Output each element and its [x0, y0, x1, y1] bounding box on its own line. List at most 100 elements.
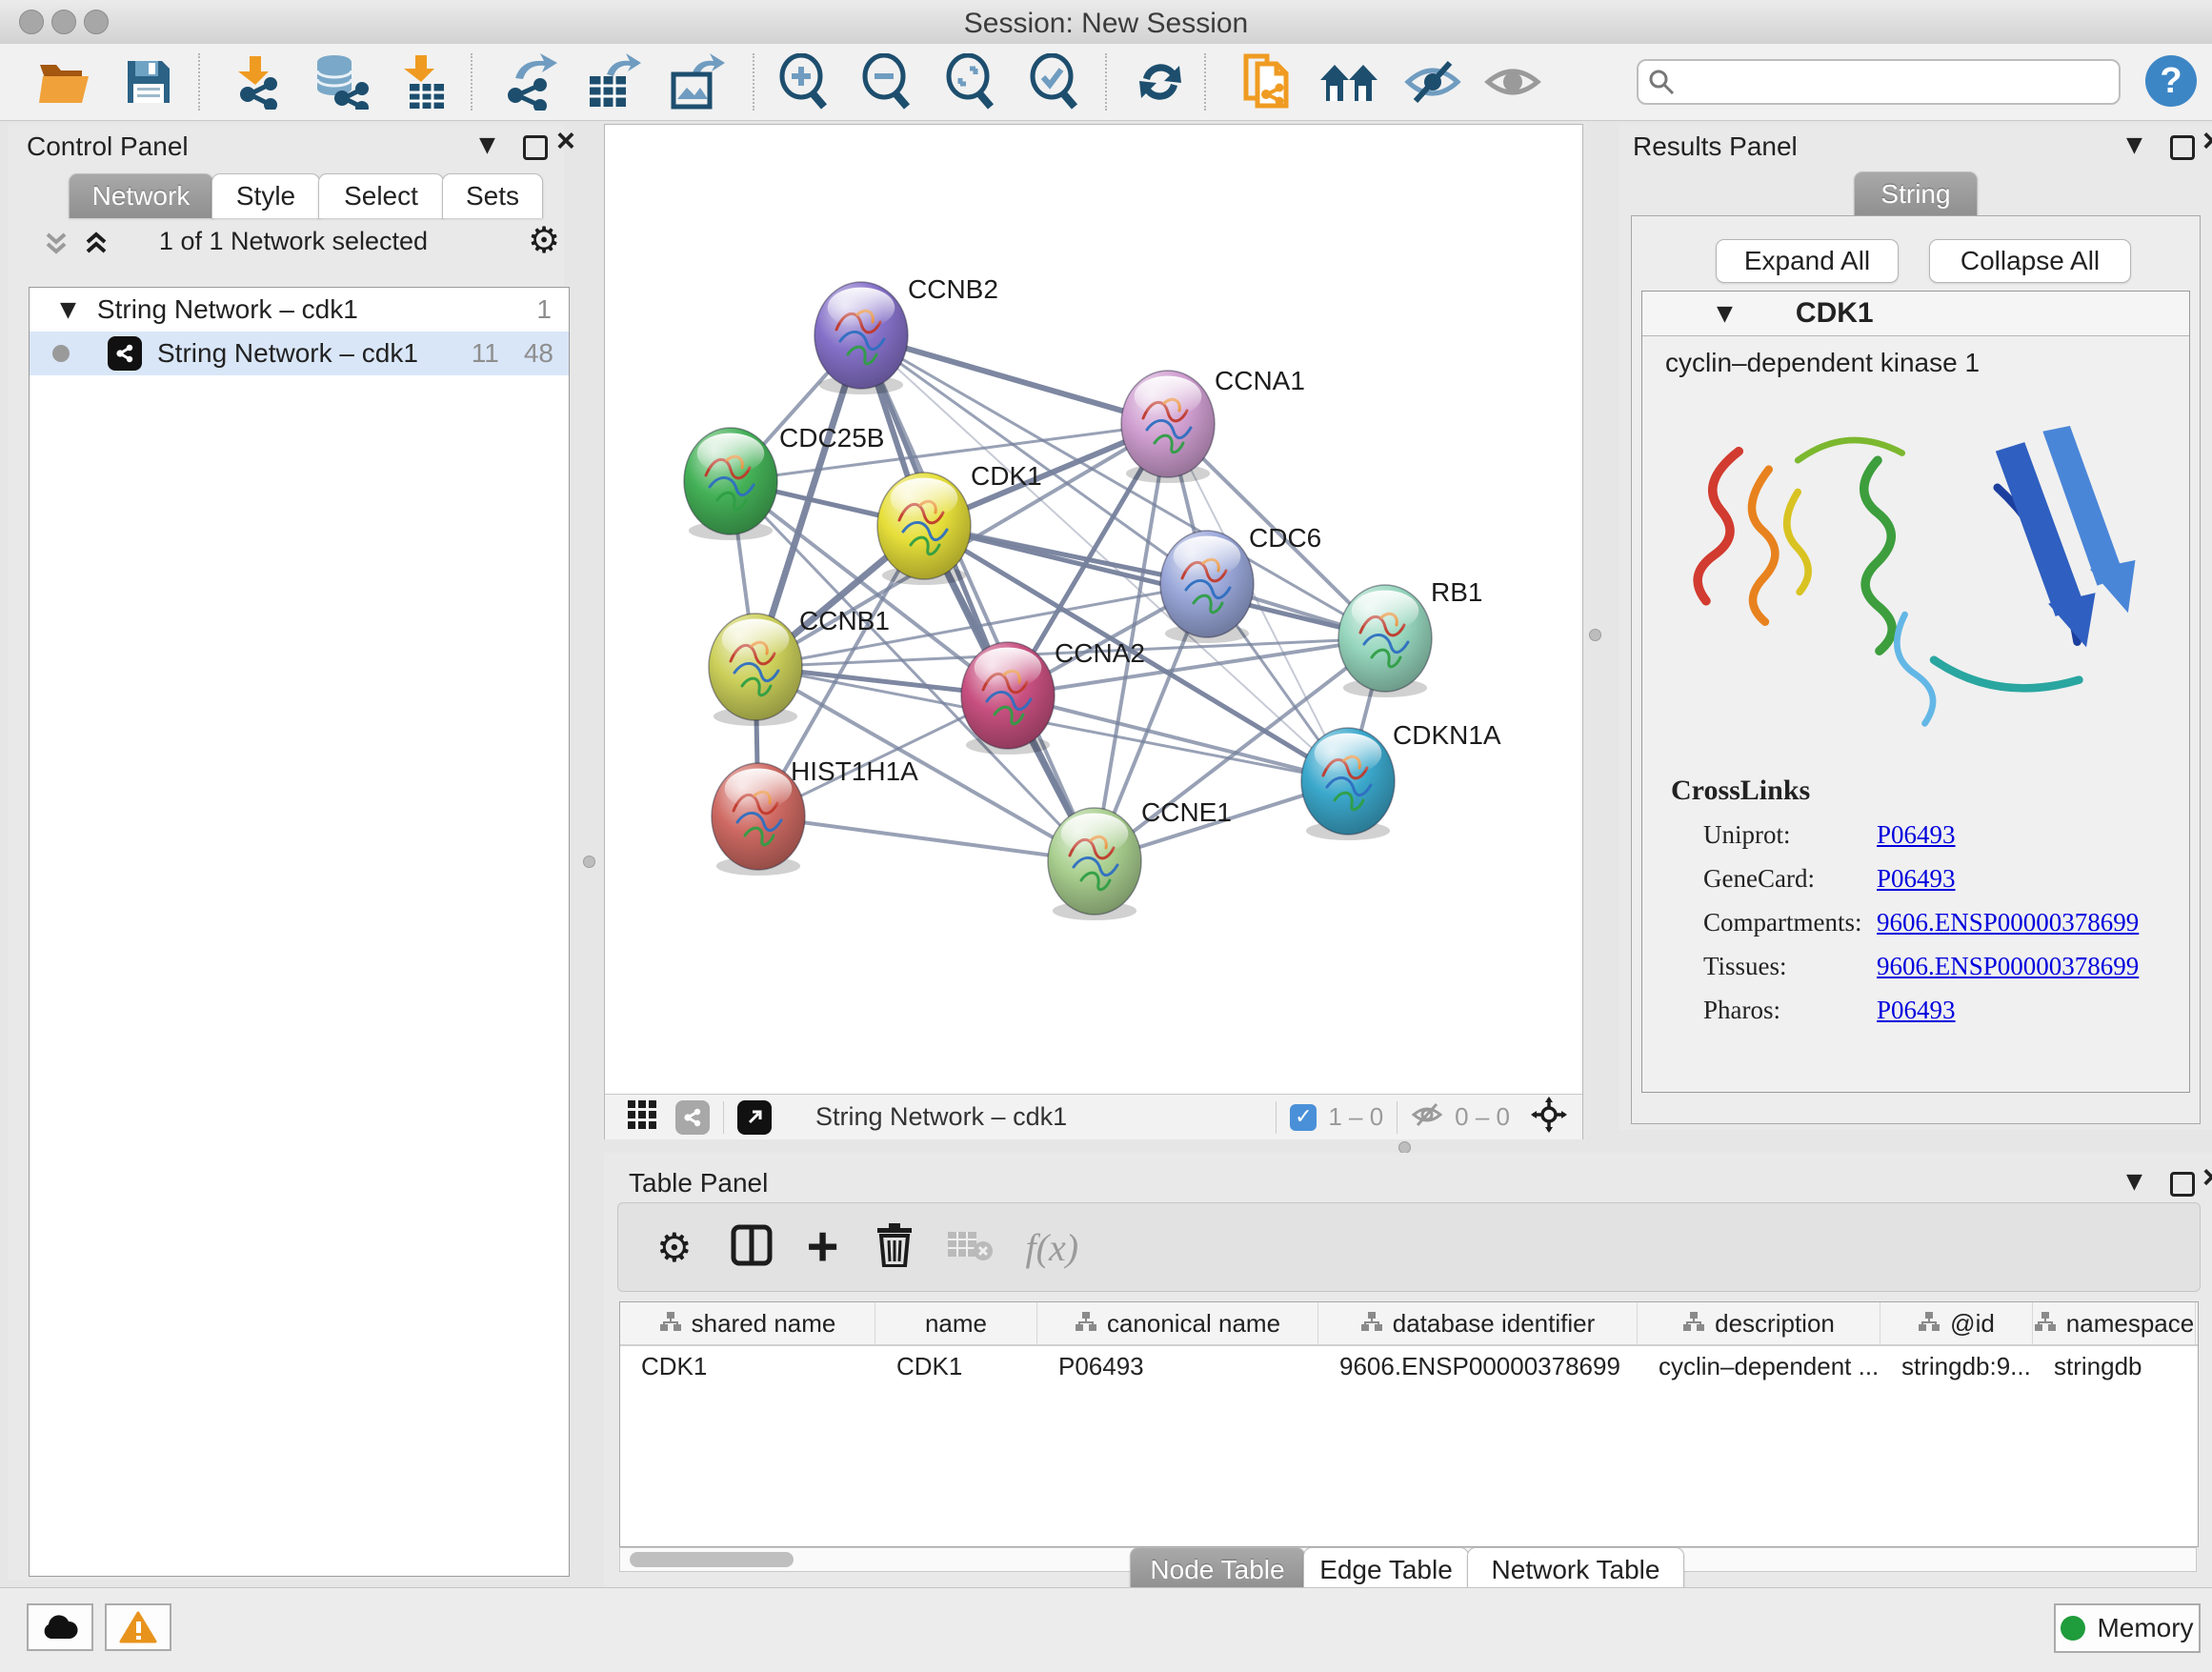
selected-indicator-checkbox[interactable]: ✓	[1290, 1104, 1317, 1131]
tab-node-table[interactable]: Node Table	[1130, 1547, 1305, 1592]
table-row[interactable]: CDK1CDK1P064939606.ENSP00000378699cyclin…	[620, 1346, 2198, 1386]
tab-sets[interactable]: Sets	[442, 173, 543, 218]
search-field[interactable]	[1637, 59, 2121, 105]
warnings-button[interactable]	[105, 1603, 171, 1651]
table-panel-menu-icon[interactable]: ▼	[2126, 1170, 2142, 1194]
network-node-CDC25B[interactable]	[684, 428, 777, 540]
open-session-icon[interactable]	[34, 53, 95, 111]
column-header-namespace[interactable]: namespace	[2033, 1302, 2196, 1344]
delete-column-trash-icon[interactable]	[875, 1223, 914, 1272]
control-panel-float-icon[interactable]	[523, 135, 548, 160]
gene-detail-card: ▼ CDK1 cyclin–dependent kinase 1	[1641, 291, 2190, 1093]
table-cell[interactable]: stringdb	[2033, 1352, 2196, 1381]
import-table-icon[interactable]	[392, 53, 453, 111]
crosslinks-heading: CrossLinks	[1671, 775, 2189, 807]
toolbar-separator	[1204, 53, 1206, 111]
table-cell[interactable]: stringdb:9...	[1880, 1352, 2033, 1381]
pan-crosshair-icon[interactable]	[1531, 1097, 1567, 1138]
table-cell[interactable]: P06493	[1037, 1352, 1318, 1381]
tab-network-table[interactable]: Network Table	[1467, 1547, 1684, 1592]
network-node-CCNB1[interactable]	[709, 614, 802, 726]
annotations-icon[interactable]	[1237, 53, 1297, 111]
network-tree: ▼ String Network – cdk1 1 String Network…	[29, 287, 570, 1577]
save-session-icon[interactable]	[118, 53, 179, 111]
crosslink-link[interactable]: P06493	[1877, 820, 1956, 850]
network-canvas[interactable]: CCNB2CCNA1CDC25BCDK1CDC6RB1CCNB1CCNA2CDK…	[605, 125, 1582, 1094]
network-collection-row[interactable]: ▼ String Network – cdk1 1	[30, 288, 569, 332]
zoom-selected-icon[interactable]	[1024, 53, 1085, 111]
crosslink-link[interactable]: P06493	[1877, 996, 1956, 1025]
column-header-shared-name[interactable]: shared name	[620, 1302, 875, 1344]
table-cell[interactable]: CDK1	[620, 1352, 875, 1381]
network-node-CDKN1A[interactable]	[1301, 728, 1395, 840]
network-node-CDC6[interactable]	[1160, 531, 1254, 643]
table-cell[interactable]: cyclin–dependent ...	[1638, 1352, 1880, 1381]
column-header-canonical-name[interactable]: canonical name	[1037, 1302, 1318, 1344]
column-header-description[interactable]: description	[1638, 1302, 1880, 1344]
refresh-icon[interactable]	[1130, 53, 1191, 111]
control-panel-menu-icon[interactable]: ▼	[479, 133, 495, 157]
node-label-CCNA2: CCNA2	[1055, 638, 1145, 668]
network-node-CCNE1[interactable]	[1048, 808, 1141, 920]
tab-string[interactable]: String	[1854, 171, 1978, 216]
tab-network[interactable]: Network	[69, 173, 213, 218]
tab-style[interactable]: Style	[211, 173, 320, 218]
tab-edge-table[interactable]: Edge Table	[1303, 1547, 1469, 1592]
column-header--id[interactable]: @id	[1880, 1302, 2033, 1344]
export-table-icon[interactable]	[581, 53, 642, 111]
zoom-out-icon[interactable]	[856, 53, 917, 111]
gene-collapse-icon[interactable]: ▼	[1717, 302, 1733, 326]
table-panel-float-icon[interactable]	[2170, 1172, 2195, 1197]
column-header-label: name	[925, 1309, 987, 1339]
collection-expand-icon[interactable]: ▼	[60, 298, 76, 322]
create-column-plus-icon[interactable]: +	[807, 1228, 839, 1266]
cloud-status-button[interactable]	[27, 1603, 93, 1651]
network-edge-HIST1H1A-CCNE1[interactable]	[758, 816, 1095, 861]
table-panel-close-icon[interactable]: ×	[2202, 1168, 2212, 1187]
collapse-all-button[interactable]: Collapse All	[1929, 239, 2131, 283]
toolbar-separator	[1397, 1101, 1398, 1134]
help-icon[interactable]: ?	[2145, 55, 2197, 107]
first-neighbors-icon[interactable]	[1318, 53, 1379, 111]
network-node-RB1[interactable]	[1338, 585, 1432, 697]
column-header-database-identifier[interactable]: database identifier	[1318, 1302, 1638, 1344]
control-panel-close-icon[interactable]: ×	[556, 131, 575, 151]
column-header-name[interactable]: name	[875, 1302, 1037, 1344]
crosslink-link[interactable]: P06493	[1877, 864, 1956, 894]
network-node-CCNB2[interactable]	[814, 282, 908, 394]
crosslink-link[interactable]: 9606.ENSP00000378699	[1877, 908, 2139, 937]
expand-all-networks-icon[interactable]	[42, 229, 70, 262]
network-node-CCNA1[interactable]	[1121, 371, 1215, 483]
zoom-fit-icon[interactable]	[940, 53, 1001, 111]
table-cell[interactable]: 9606.ENSP00000378699	[1318, 1352, 1638, 1381]
export-image-icon[interactable]	[665, 53, 726, 111]
results-panel-float-icon[interactable]	[2170, 135, 2195, 160]
left-splitter-grip[interactable]	[583, 856, 595, 868]
crosslink-link[interactable]: 9606.ENSP00000378699	[1877, 952, 2139, 981]
network-view-share-icon[interactable]	[675, 1100, 710, 1135]
gene-header-row[interactable]: ▼ CDK1	[1642, 292, 2189, 336]
birds-eye-view-icon[interactable]	[737, 1100, 772, 1135]
memory-button[interactable]: Memory	[2054, 1603, 2201, 1653]
scrollbar-thumb[interactable]	[630, 1552, 794, 1567]
tab-select[interactable]: Select	[318, 173, 444, 218]
network-options-gear-icon[interactable]: ⚙	[528, 219, 560, 261]
collection-name: String Network – cdk1	[97, 294, 358, 325]
export-network-icon[interactable]	[497, 53, 558, 111]
collapse-all-networks-icon[interactable]	[82, 229, 111, 262]
network-row[interactable]: String Network – cdk1 11 48	[30, 332, 569, 375]
show-all-eye-icon[interactable]	[1482, 53, 1543, 111]
hide-selected-eye-icon[interactable]	[1402, 53, 1463, 111]
show-columns-icon[interactable]	[731, 1224, 773, 1271]
import-network-icon[interactable]	[225, 53, 286, 111]
results-panel-menu-icon[interactable]: ▼	[2126, 133, 2142, 157]
expand-all-button[interactable]: Expand All	[1716, 239, 1899, 283]
table-cell[interactable]: CDK1	[875, 1352, 1037, 1381]
results-panel-close-icon[interactable]: ×	[2202, 131, 2212, 151]
right-splitter-grip[interactable]	[1589, 629, 1601, 641]
table-options-gear-icon[interactable]: ⚙	[656, 1224, 693, 1271]
grid-mode-icon[interactable]	[626, 1098, 658, 1136]
import-database-icon[interactable]	[309, 53, 370, 111]
zoom-in-icon[interactable]	[774, 53, 835, 111]
search-input[interactable]	[1682, 67, 2109, 98]
